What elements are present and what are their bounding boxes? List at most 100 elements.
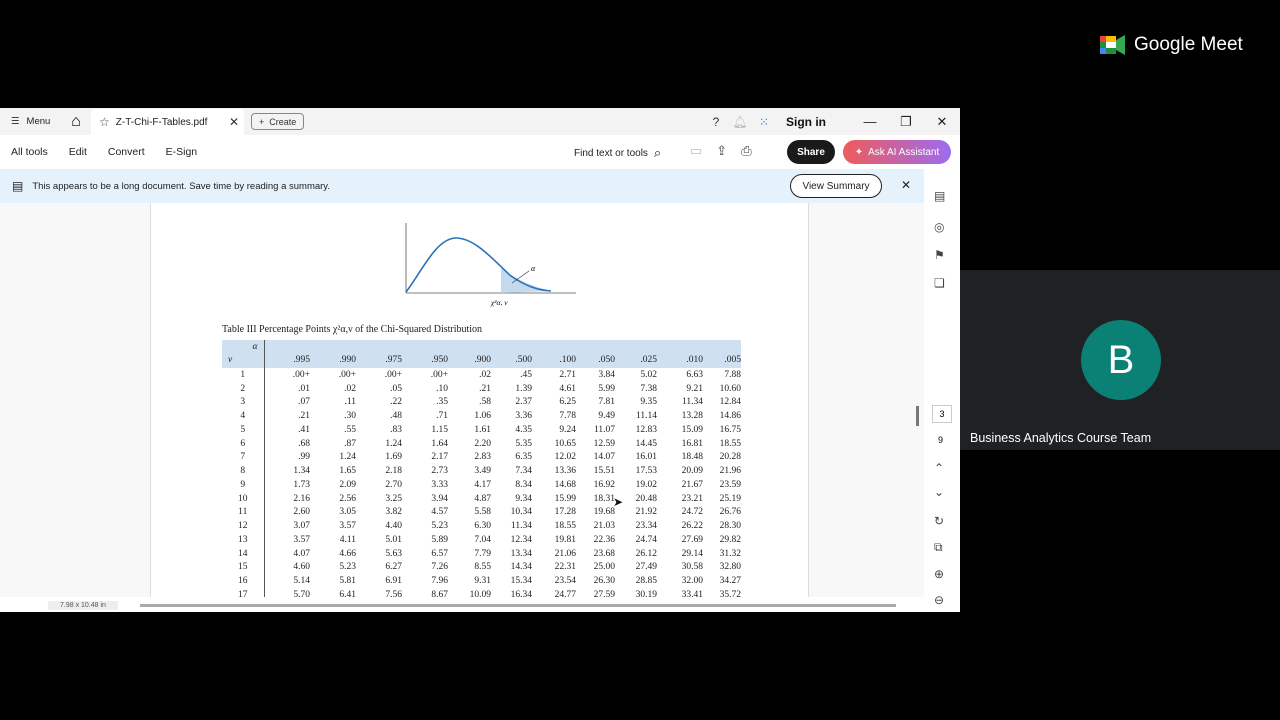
horizontal-scroll-thumb[interactable] bbox=[140, 604, 896, 607]
value-cell: 2.71 bbox=[559, 369, 576, 380]
value-cell: 1.24 bbox=[385, 438, 402, 449]
bell-icon[interactable]: 🔔︎ bbox=[728, 115, 752, 129]
value-cell: 6.57 bbox=[431, 548, 448, 559]
value-cell: .48 bbox=[390, 411, 402, 422]
value-cell: 7.78 bbox=[559, 411, 576, 422]
value-cell: 3.94 bbox=[431, 493, 448, 504]
value-cell: 14.34 bbox=[510, 562, 532, 573]
alpha-column-header: .010 bbox=[686, 355, 703, 365]
find-tools[interactable]: Find text or tools ⌕ bbox=[574, 145, 661, 161]
value-cell: .21 bbox=[298, 411, 310, 422]
menu-label: Menu bbox=[26, 116, 51, 127]
value-cell: 4.07 bbox=[293, 548, 310, 559]
save-icon[interactable]: ▭ bbox=[690, 143, 702, 159]
df-cell: 12 bbox=[222, 519, 265, 533]
value-cell: 7.26 bbox=[431, 562, 448, 573]
value-cell: 15.34 bbox=[510, 576, 532, 587]
value-cell: .55 bbox=[344, 424, 356, 435]
table-row: 2 .01 .02 .05 .10 .21 1.39 4.61 5.99 7.38 9.21 10.6… bbox=[222, 381, 741, 396]
menu-button[interactable]: ☰ Menu bbox=[0, 116, 63, 127]
chevron-down-icon[interactable]: ⌄ bbox=[934, 485, 944, 499]
meet-brand-text: Google Meet bbox=[1134, 34, 1243, 55]
table-row: 16 5.14 5.81 6.91 7.96 9.31 15.34 23.54 26.30 28.… bbox=[222, 574, 741, 588]
tool-all-tools[interactable]: All tools bbox=[11, 146, 48, 158]
bookmark-icon[interactable]: ⚑ bbox=[934, 248, 945, 262]
summary-icon: ▤ bbox=[12, 179, 24, 193]
banner-text: This appears to be a long document. Save… bbox=[32, 180, 330, 192]
value-cell: .00+ bbox=[430, 369, 448, 380]
apps-grid-icon[interactable]: ⁙ bbox=[752, 115, 776, 129]
current-page-box[interactable]: 3 bbox=[932, 405, 952, 423]
value-cell: 4.17 bbox=[474, 479, 491, 490]
value-cell: 20.28 bbox=[719, 452, 741, 463]
sign-in-link[interactable]: Sign in bbox=[786, 115, 826, 129]
value-cell: 5.58 bbox=[474, 507, 491, 518]
value-cell: 1.24 bbox=[339, 452, 356, 463]
value-cell: 26.30 bbox=[593, 576, 615, 587]
close-banner-icon[interactable]: ✕ bbox=[901, 178, 911, 192]
value-cell: 1.65 bbox=[339, 466, 356, 477]
summary-panel-icon[interactable]: ▤ bbox=[934, 189, 945, 203]
value-cell: 9.24 bbox=[559, 424, 576, 435]
value-cell: 5.23 bbox=[431, 521, 448, 532]
participant-tile[interactable]: B Business Analytics Course Team bbox=[960, 270, 1280, 450]
document-tab[interactable]: ☆ Z-T-Chi-F-Tables.pdf ✕ bbox=[91, 109, 244, 135]
help-icon[interactable]: ? bbox=[704, 115, 728, 129]
value-cell: 9.21 bbox=[686, 383, 703, 394]
share-button[interactable]: Share bbox=[787, 140, 835, 164]
alpha-column-header: .950 bbox=[431, 355, 448, 365]
plus-icon: + bbox=[259, 116, 265, 127]
page-fit-icon[interactable]: ⧉ bbox=[934, 540, 943, 555]
table-header-row: αν .995.990.975.950.900.500.100.050.025.… bbox=[222, 340, 741, 368]
table-row: 8 1.34 1.65 2.18 2.73 3.49 7.34 13.36 15.51 17.53… bbox=[222, 464, 741, 478]
alpha-column-header: .900 bbox=[474, 355, 491, 365]
create-button[interactable]: + Create bbox=[251, 113, 305, 130]
value-cell: 2.60 bbox=[293, 507, 310, 518]
value-cell: 13.36 bbox=[554, 466, 576, 477]
zoom-out-icon[interactable]: ⊖ bbox=[934, 593, 944, 607]
vertical-scrollbar[interactable] bbox=[916, 406, 919, 426]
value-cell: 23.34 bbox=[635, 521, 657, 532]
value-cell: 21.06 bbox=[554, 548, 576, 559]
value-cell: 25.00 bbox=[593, 562, 615, 573]
chevron-up-icon[interactable]: ⌃ bbox=[934, 461, 944, 475]
horizontal-scrollbar[interactable]: 7.98 x 10.48 in bbox=[0, 597, 924, 612]
print-icon[interactable]: ⎙ bbox=[741, 143, 751, 159]
comment-icon[interactable]: ◎ bbox=[934, 220, 944, 234]
pages-icon[interactable]: ❏ bbox=[934, 276, 945, 290]
value-cell: 7.79 bbox=[474, 548, 491, 559]
value-cell: .22 bbox=[390, 397, 402, 408]
close-tab-icon[interactable]: ✕ bbox=[229, 115, 239, 129]
value-cell: .01 bbox=[298, 383, 310, 394]
value-cell: 24.72 bbox=[681, 507, 703, 518]
tool-edit[interactable]: Edit bbox=[69, 146, 87, 158]
value-cell: .02 bbox=[344, 383, 356, 394]
star-icon[interactable]: ☆ bbox=[99, 115, 110, 129]
value-cell: 23.21 bbox=[681, 493, 703, 504]
upload-cloud-icon[interactable]: ⇪ bbox=[716, 143, 727, 159]
value-cell: 25.19 bbox=[719, 493, 741, 504]
value-cell: 17.53 bbox=[635, 466, 657, 477]
value-cell: 32.80 bbox=[719, 562, 741, 573]
minimize-icon[interactable]: — bbox=[852, 114, 888, 129]
value-cell: .00+ bbox=[384, 369, 402, 380]
close-window-icon[interactable]: ✕ bbox=[924, 114, 960, 130]
home-icon[interactable]: ⌂ bbox=[63, 109, 89, 135]
view-summary-button[interactable]: View Summary bbox=[790, 174, 882, 198]
document-viewport[interactable]: α χ²α, ν Table III Percentage Points χ²α… bbox=[0, 203, 924, 597]
df-cell: 3 bbox=[222, 395, 265, 410]
tool-esign[interactable]: E-Sign bbox=[166, 146, 198, 158]
value-cell: 29.14 bbox=[681, 548, 703, 559]
ai-assistant-button[interactable]: ✦ Ask AI Assistant bbox=[843, 140, 951, 164]
value-cell: 29.82 bbox=[719, 534, 741, 545]
restore-icon[interactable]: ❐ bbox=[888, 114, 924, 130]
refresh-icon[interactable]: ↻ bbox=[934, 514, 944, 528]
value-cell: .00+ bbox=[338, 369, 356, 380]
value-cell: 6.41 bbox=[339, 589, 356, 597]
tool-convert[interactable]: Convert bbox=[108, 146, 145, 158]
value-cell: 16.34 bbox=[510, 589, 532, 597]
df-cell: 2 bbox=[222, 381, 265, 396]
zoom-in-icon[interactable]: ⊕ bbox=[934, 567, 944, 581]
df-cell: 9 bbox=[222, 478, 265, 492]
value-cell: 5.14 bbox=[293, 576, 310, 587]
